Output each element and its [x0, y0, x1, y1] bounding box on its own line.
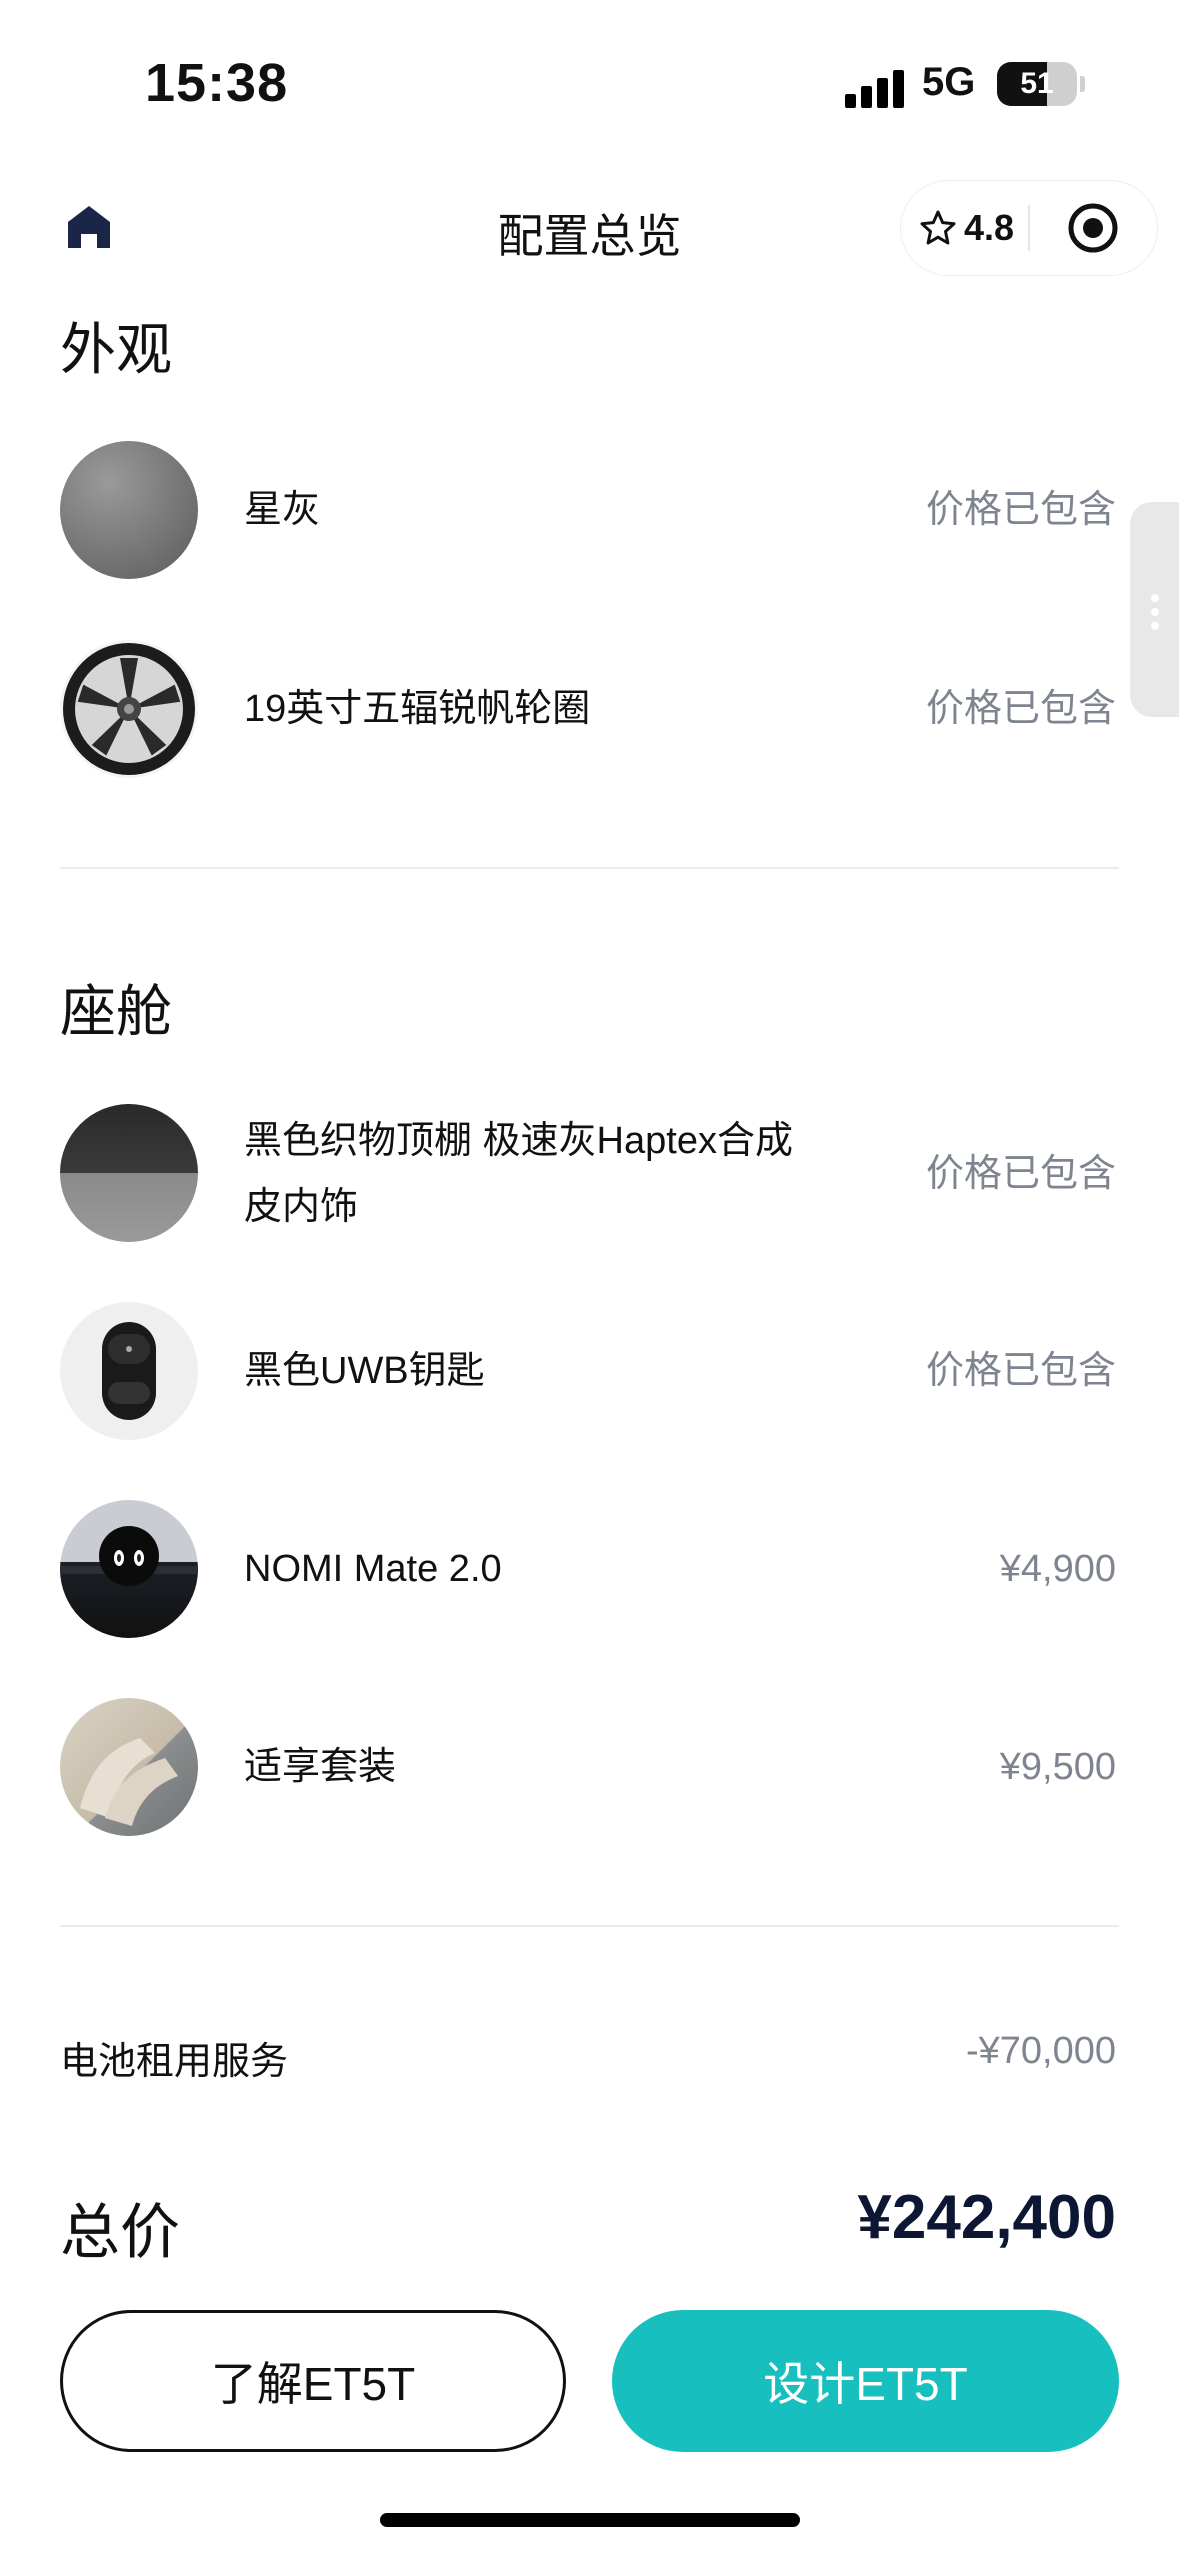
cabin-item-name: 黑色UWB钥匙 [244, 1350, 485, 1392]
cabin-item-name: 适享套装 [244, 1746, 397, 1788]
more-dots-icon [1151, 594, 1159, 602]
capsule-divider [1028, 205, 1030, 251]
color-swatch-thumb [60, 441, 198, 579]
battery-tip [1080, 76, 1085, 92]
section-title-exterior: 外观 [60, 318, 172, 381]
wheel-thumb [60, 640, 198, 778]
total-price: ¥242,400 [857, 2183, 1116, 2252]
comfort-package-thumb [60, 1698, 198, 1836]
cabin-item-name: NOMI Mate 2.0 [244, 1548, 502, 1590]
exterior-item-price: 价格已包含 [925, 489, 1116, 531]
cabin-item-price: 价格已包含 [925, 1153, 1116, 1195]
section-divider [60, 1925, 1119, 1927]
learn-et5t-button[interactable]: 了解ET5T [60, 2310, 566, 2452]
rating-value: 4.8 [964, 207, 1015, 248]
interior-swatch-thumb [60, 1104, 198, 1242]
cabin-item-price: 价格已包含 [925, 1350, 1116, 1392]
total-label: 总价 [60, 2199, 180, 2266]
side-panel-handle[interactable] [1130, 502, 1179, 717]
key-thumb [60, 1302, 198, 1440]
cellular-signal-icon [845, 68, 905, 108]
star-icon [920, 210, 956, 245]
exterior-item-name: 19英寸五辐锐帆轮圈 [244, 688, 591, 730]
rating-button[interactable]: 4.8 [918, 204, 1014, 252]
cabin-item-price: ¥4,900 [999, 1548, 1116, 1590]
battery-service-label: 电池租用服务 [60, 2041, 289, 2083]
battery-level: 51 [1020, 67, 1054, 100]
network-type: 5G [922, 60, 976, 104]
nomi-thumb [60, 1500, 198, 1638]
section-title-cabin: 座舱 [60, 980, 172, 1043]
design-et5t-button[interactable]: 设计ET5T [612, 2310, 1119, 2452]
battery-icon: 51 [997, 62, 1077, 106]
exterior-item-name: 星灰 [244, 489, 321, 531]
section-divider [60, 867, 1119, 869]
cabin-item-name: 黑色织物顶棚 极速灰Haptex合成皮内饰 [244, 1120, 793, 1228]
home-indicator[interactable] [380, 2513, 800, 2527]
cabin-item-price: ¥9,500 [999, 1746, 1116, 1788]
battery-service-value: -¥70,000 [965, 2030, 1116, 2072]
exterior-item-price: 价格已包含 [925, 688, 1116, 730]
target-icon[interactable] [1067, 202, 1119, 254]
status-time: 15:38 [145, 53, 289, 113]
